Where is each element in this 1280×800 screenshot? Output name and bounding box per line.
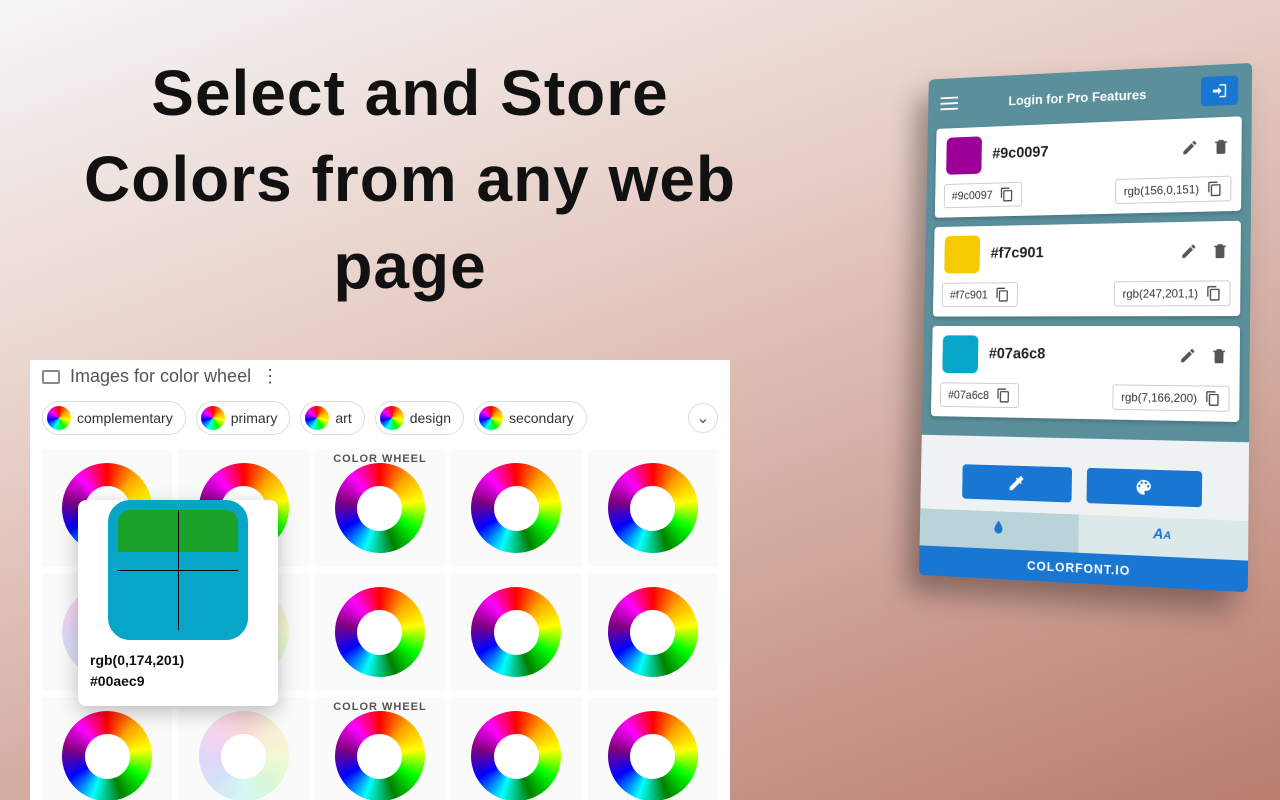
delete-icon[interactable] [1212, 137, 1230, 155]
hex-code-value: #07a6c8 [948, 388, 989, 402]
copy-icon [1000, 187, 1015, 202]
chip-label: complementary [77, 410, 173, 426]
rgb-code-chip[interactable]: rgb(156,0,151) [1115, 176, 1231, 204]
filter-chip-expand[interactable]: ⌄ [688, 403, 718, 433]
color-swatch[interactable] [942, 335, 978, 373]
copy-icon [995, 287, 1010, 302]
menu-icon[interactable] [940, 97, 958, 111]
filter-chip-complementary[interactable]: complementary [42, 401, 186, 435]
color-swatch[interactable] [946, 136, 982, 174]
edit-icon[interactable] [1179, 347, 1197, 365]
eyedropper-icon [1007, 473, 1026, 493]
result-thumbnail[interactable] [451, 697, 581, 800]
rgb-code-value: rgb(247,201,1) [1122, 287, 1198, 301]
saved-color-card: #9c0097 #9c0097 rgb(156,0,151) [935, 116, 1242, 217]
eyedropper-sample-swatch [108, 500, 248, 640]
panel-action-row [920, 435, 1249, 521]
search-results-more: ⋮ [261, 366, 279, 387]
chip-swatch-icon [305, 406, 329, 430]
result-thumbnail[interactable] [315, 449, 445, 567]
login-icon [1211, 82, 1229, 100]
delete-icon[interactable] [1211, 242, 1229, 260]
result-thumbnail[interactable] [588, 449, 718, 567]
chip-label: design [410, 410, 451, 426]
palette-icon [1134, 477, 1153, 497]
saved-color-card: #f7c901 #f7c901 rgb(247,201,1) [933, 221, 1241, 317]
saved-color-card: #07a6c8 #07a6c8 rgb(7,166,200) [931, 326, 1240, 422]
copy-icon [996, 388, 1011, 403]
rgb-code-chip[interactable]: rgb(7,166,200) [1113, 384, 1230, 411]
filter-chip-primary[interactable]: primary [196, 401, 291, 435]
hex-code-chip[interactable]: #07a6c8 [940, 382, 1019, 408]
result-thumbnail[interactable] [588, 697, 718, 800]
result-thumbnail[interactable] [315, 697, 445, 800]
hex-code-value: #f7c901 [950, 288, 988, 301]
color-hex-heading: #07a6c8 [989, 346, 1168, 364]
copy-icon [1207, 181, 1223, 197]
hex-code-chip[interactable]: #f7c901 [942, 282, 1018, 307]
eyedropper-popup: rgb(0,174,201) #00aec9 [78, 500, 278, 706]
marketing-headline: Select and Store Colors from any web pag… [40, 50, 780, 309]
chip-swatch-icon [380, 406, 404, 430]
copy-icon [1206, 285, 1222, 301]
filter-chip-row: complementary primary art design seconda… [30, 393, 730, 449]
filter-chip-secondary[interactable]: secondary [474, 401, 587, 435]
rgb-code-value: rgb(156,0,151) [1124, 182, 1199, 198]
login-button[interactable] [1201, 75, 1238, 106]
eyedropper-button[interactable] [962, 464, 1072, 502]
copy-icon [1205, 390, 1221, 406]
chip-swatch-icon [201, 406, 225, 430]
chip-swatch-icon [47, 406, 71, 430]
hex-code-value: #9c0097 [952, 188, 993, 202]
color-hex-heading: #f7c901 [990, 243, 1168, 263]
delete-icon[interactable] [1210, 347, 1228, 365]
palette-button[interactable] [1087, 468, 1203, 507]
rgb-code-chip[interactable]: rgb(247,201,1) [1114, 280, 1231, 306]
rgb-code-value: rgb(7,166,200) [1121, 390, 1197, 405]
hex-code-chip[interactable]: #9c0097 [944, 182, 1023, 208]
eyedropper-hex-value: #00aec9 [90, 671, 266, 692]
eyedropper-rgb-value: rgb(0,174,201) [90, 650, 266, 671]
color-hex-heading: #9c0097 [992, 140, 1170, 163]
filter-chip-art[interactable]: art [300, 401, 364, 435]
drop-icon [990, 519, 1007, 537]
filter-chip-design[interactable]: design [375, 401, 464, 435]
chip-label: primary [231, 410, 278, 426]
result-thumbnail[interactable] [588, 573, 718, 691]
tab-font[interactable]: AA [1078, 515, 1248, 561]
tab-color[interactable] [920, 508, 1079, 552]
edit-icon[interactable] [1181, 139, 1199, 157]
result-thumbnail[interactable] [451, 449, 581, 567]
chip-label: secondary [509, 410, 574, 426]
chip-swatch-icon [479, 406, 503, 430]
image-icon [42, 370, 60, 384]
search-results-title: Images for color wheel [70, 366, 251, 387]
color-swatch[interactable] [944, 236, 980, 274]
result-thumbnail[interactable] [315, 573, 445, 691]
result-thumbnail[interactable] [451, 573, 581, 691]
result-thumbnail[interactable] [178, 697, 308, 800]
extension-panel: Login for Pro Features #9c0097 #9 [919, 63, 1252, 592]
font-icon: AA [1153, 525, 1171, 543]
result-thumbnail[interactable] [42, 697, 172, 800]
edit-icon[interactable] [1180, 242, 1198, 260]
chip-label: art [335, 410, 351, 426]
panel-title: Login for Pro Features [968, 84, 1189, 109]
